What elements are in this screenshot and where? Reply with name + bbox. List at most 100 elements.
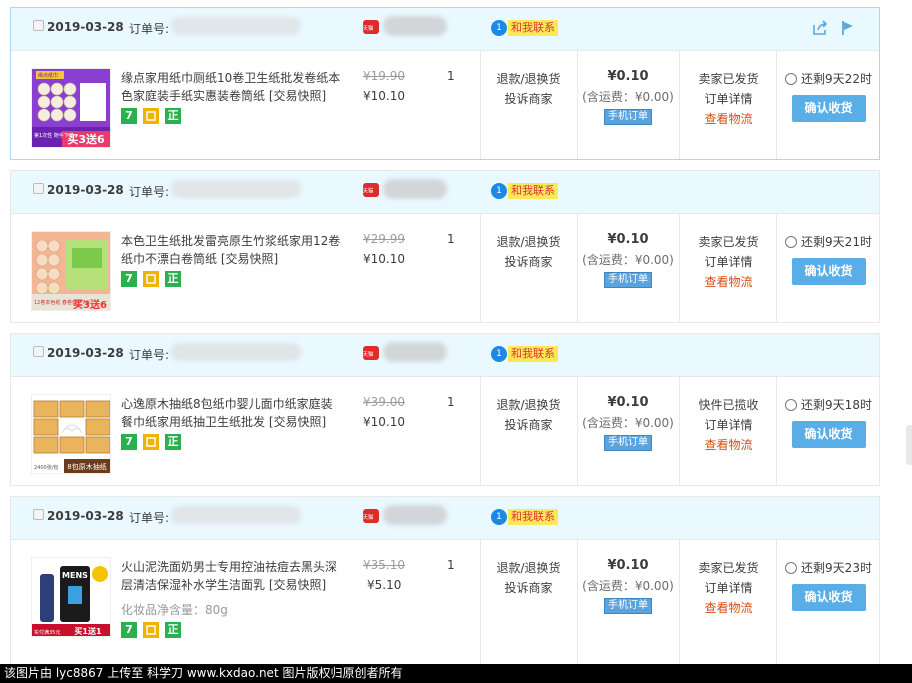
order-header: 2019-03-28 订单号: 1 和我联系 <box>11 8 879 51</box>
order-body: 买3送6 缘点纸巾 第1次性 随手下单 缘点家用纸巾厕纸10卷卫生纸批发卷纸本色… <box>11 51 879 159</box>
wangwang-icon: 1 <box>491 346 507 362</box>
product-title-link[interactable]: 心逸原木抽纸8包纸巾婴儿面巾纸家庭装餐巾纸家用纸抽卫生纸批发 [交易快照] <box>121 395 341 431</box>
shop-name-redacted[interactable] <box>383 505 447 525</box>
wangwang-icon: 1 <box>491 509 507 525</box>
original-price: ¥19.90 <box>363 69 405 83</box>
thumb-side-text: 实付满35元 <box>34 629 60 636</box>
complain-link[interactable]: 投诉商家 <box>481 89 576 109</box>
view-logistics-link[interactable]: 查看物流 <box>680 598 777 618</box>
original-price: ¥29.99 <box>363 232 405 246</box>
view-logistics-link[interactable]: 查看物流 <box>680 272 777 292</box>
order-detail-link[interactable]: 订单详情 <box>680 578 777 598</box>
complain-link[interactable]: 投诉商家 <box>481 578 576 598</box>
genuine-icon: 正 <box>165 622 181 638</box>
order-card: 2019-03-28 订单号: 1 和我联系 买3送6 12卷本色纸 春卷低至7… <box>10 170 880 323</box>
flag-icon[interactable] <box>839 19 857 37</box>
order-checkbox[interactable] <box>33 346 44 357</box>
thumb-brand-text: MENS <box>62 571 88 580</box>
confirm-receipt-button[interactable]: 确认收货 <box>791 258 866 285</box>
gold-guarantee-icon <box>143 434 159 450</box>
mobile-order-badge: 手机订单 <box>604 435 652 451</box>
clock-icon <box>785 562 798 574</box>
order-date: 2019-03-28 <box>47 509 124 523</box>
product-thumbnail[interactable]: 买3送6 12卷本色纸 春卷低至7元 <box>31 231 111 311</box>
tmall-icon <box>363 509 379 523</box>
share-icon[interactable] <box>811 19 829 37</box>
order-number-label: 订单号: <box>129 348 170 362</box>
product-title-link[interactable]: 缘点家用纸巾厕纸10卷卫生纸批发卷纸本色家庭装手纸实惠装卷筒纸 [交易快照] <box>121 69 341 105</box>
order-status: 快件已揽收 <box>698 398 759 412</box>
confirm-receipt-button[interactable]: 确认收货 <box>791 95 866 122</box>
shop-name-redacted[interactable] <box>383 16 447 36</box>
clock-icon <box>785 399 798 411</box>
scrollbar-handle[interactable] <box>906 425 912 465</box>
genuine-icon: 正 <box>165 108 181 124</box>
contact-seller-button[interactable]: 1 和我联系 <box>491 183 558 199</box>
unit-price: ¥10.10 <box>363 89 405 103</box>
thumb-brand-text: 缘点纸巾 <box>38 72 58 79</box>
refund-link[interactable]: 退款/退换货 <box>481 232 576 252</box>
refund-link[interactable]: 退款/退换货 <box>481 395 576 415</box>
total-amount: ¥0.10 <box>607 232 649 247</box>
order-checkbox[interactable] <box>33 509 44 520</box>
shop-name-redacted[interactable] <box>383 342 447 362</box>
order-detail-link[interactable]: 订单详情 <box>680 89 777 109</box>
watermark-footer: 该图片由 lyc8867 上传至 科学刀 www.kxdao.net 图片版权归… <box>0 664 912 683</box>
total-amount: ¥0.10 <box>607 69 649 84</box>
product-title-link[interactable]: 火山泥洗面奶男士专用控油祛痘去黑头深层清洁保湿补水学生洁面乳 [交易快照] <box>121 558 341 594</box>
thumb-promo-text: 8包原木抽纸 <box>67 462 106 471</box>
order-number-redacted <box>171 343 301 361</box>
shipping-fee: (含运费：¥0.00) <box>582 416 674 430</box>
seven-day-return-icon: 7 <box>121 434 137 450</box>
refund-link[interactable]: 退款/退换货 <box>481 558 576 578</box>
genuine-icon: 正 <box>165 271 181 287</box>
gold-guarantee-icon <box>143 622 159 638</box>
order-detail-link[interactable]: 订单详情 <box>680 252 777 272</box>
contact-label: 和我联系 <box>508 509 558 525</box>
order-checkbox[interactable] <box>33 183 44 194</box>
order-body: MENS 买1送1 实付满35元 火山泥洗面奶男士专用控油祛痘去黑头深层清洁保湿… <box>11 540 879 666</box>
order-date: 2019-03-28 <box>47 20 124 34</box>
complain-link[interactable]: 投诉商家 <box>481 415 576 435</box>
shipping-fee: (含运费：¥0.00) <box>582 579 674 593</box>
order-detail-link[interactable]: 订单详情 <box>680 415 777 435</box>
remaining-time: 还剩9天23时 <box>801 561 872 575</box>
refund-link[interactable]: 退款/退换货 <box>481 69 576 89</box>
total-amount: ¥0.10 <box>607 558 649 573</box>
product-thumbnail[interactable]: 买3送6 缘点纸巾 第1次性 随手下单 <box>31 68 111 148</box>
product-thumbnail[interactable]: 8包原木抽纸 2400张/包 <box>31 394 111 474</box>
gold-guarantee-icon <box>143 108 159 124</box>
quantity: 1 <box>447 395 455 409</box>
genuine-icon: 正 <box>165 434 181 450</box>
contact-seller-button[interactable]: 1 和我联系 <box>491 509 558 525</box>
contact-label: 和我联系 <box>508 20 558 36</box>
view-logistics-link[interactable]: 查看物流 <box>680 109 777 129</box>
view-logistics-link[interactable]: 查看物流 <box>680 435 777 455</box>
shop-name-redacted[interactable] <box>383 179 447 199</box>
order-date: 2019-03-28 <box>47 183 124 197</box>
product-spec: 化妆品净含量：80g <box>121 603 228 617</box>
clock-icon <box>785 73 798 85</box>
tmall-icon <box>363 20 379 34</box>
order-card: 2019-03-28 订单号: 1 和我联系 8包原木抽纸 2400张/包 <box>10 333 880 486</box>
order-body: 买3送6 12卷本色纸 春卷低至7元 本色卫生纸批发雷亮原生竹浆纸家用12卷纸巾… <box>11 214 879 322</box>
order-status: 卖家已发货 <box>698 72 759 86</box>
order-checkbox[interactable] <box>33 20 44 31</box>
order-number-label: 订单号: <box>129 22 170 36</box>
wangwang-icon: 1 <box>491 183 507 199</box>
thumb-promo-text: 买1送1 <box>74 626 102 636</box>
order-status: 卖家已发货 <box>698 235 759 249</box>
product-thumbnail[interactable]: MENS 买1送1 实付满35元 <box>31 557 111 637</box>
shipping-fee: (含运费：¥0.00) <box>582 90 674 104</box>
product-title-link[interactable]: 本色卫生纸批发雷亮原生竹浆纸家用12卷纸巾不漂白卷筒纸 [交易快照] <box>121 232 341 268</box>
contact-seller-button[interactable]: 1 和我联系 <box>491 346 558 362</box>
contact-seller-button[interactable]: 1 和我联系 <box>491 20 558 36</box>
order-number-redacted <box>171 506 301 524</box>
order-header: 2019-03-28 订单号: 1 和我联系 <box>11 497 879 540</box>
wangwang-icon: 1 <box>491 20 507 36</box>
mobile-order-badge: 手机订单 <box>604 272 652 288</box>
complain-link[interactable]: 投诉商家 <box>481 252 576 272</box>
thumb-side-text: 12卷本色纸 春卷低至7元 <box>34 299 90 306</box>
confirm-receipt-button[interactable]: 确认收货 <box>791 421 866 448</box>
confirm-receipt-button[interactable]: 确认收货 <box>791 584 866 611</box>
